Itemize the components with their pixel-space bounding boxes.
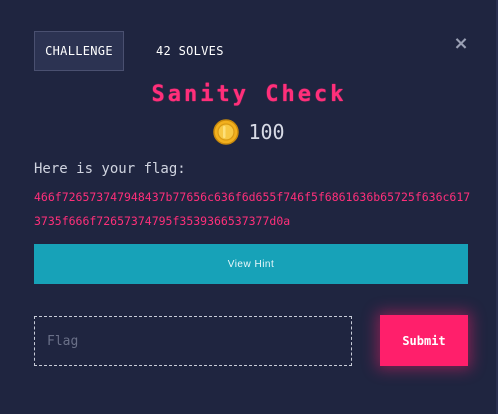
challenge-modal: CHALLENGE 42 SOLVES × Sanity Check 100 H…	[0, 0, 498, 414]
points-value: 100	[248, 120, 285, 144]
flag-hex-text: 466f726573747948437b77656c636f6d655f746f…	[34, 190, 471, 228]
submit-button[interactable]: Submit	[380, 315, 468, 366]
challenge-title: Sanity Check	[151, 82, 347, 107]
coin-icon	[213, 119, 240, 145]
tab-challenge-label: CHALLENGE	[45, 44, 113, 58]
view-hint-button[interactable]: View Hint	[34, 244, 468, 284]
flag-input[interactable]	[34, 316, 352, 366]
tab-solves-label: 42 SOLVES	[156, 44, 224, 58]
tab-solves[interactable]: 42 SOLVES	[144, 31, 236, 71]
challenge-points: 100	[0, 119, 498, 145]
tab-challenge[interactable]: CHALLENGE	[34, 31, 124, 71]
description-label: Here is your flag:	[34, 161, 186, 177]
close-icon[interactable]: ×	[452, 35, 470, 53]
